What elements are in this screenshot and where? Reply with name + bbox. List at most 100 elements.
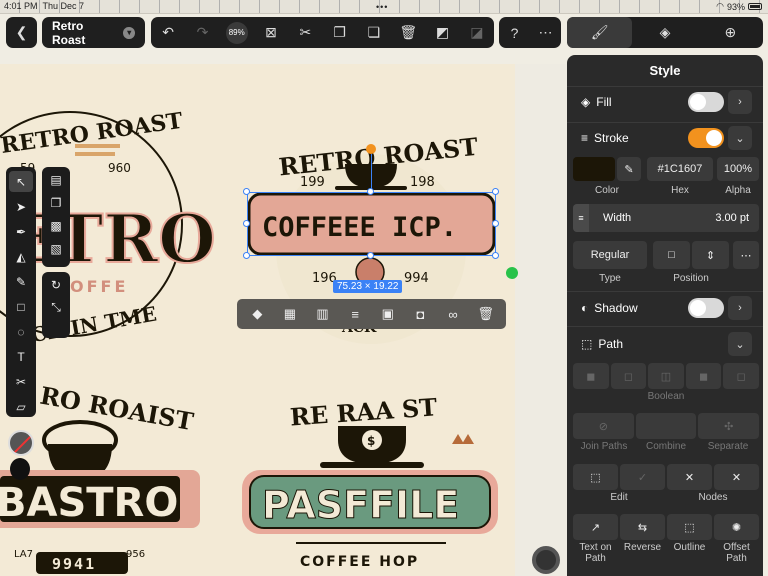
reverse-icon[interactable]: ⇆ — [620, 514, 665, 540]
handle-top-left[interactable] — [243, 188, 250, 195]
group-icon[interactable]: ▩ — [44, 215, 68, 236]
color-caption: Color — [595, 185, 619, 196]
align-icon[interactable]: ▥ — [310, 302, 336, 326]
boolean-union-icon[interactable]: ◼ — [573, 363, 609, 389]
eyedropper-icon[interactable]: ✎ — [617, 157, 641, 181]
join-paths-icon[interactable]: ⊘ — [573, 413, 634, 439]
rotation-handle[interactable] — [366, 144, 376, 154]
combine-icon[interactable] — [635, 413, 697, 439]
scissors-tool-icon[interactable]: ✂ — [9, 371, 33, 392]
separate-icon[interactable]: ✣ — [698, 413, 760, 439]
stroke-more-icon[interactable]: ⋯ — [733, 241, 759, 269]
position-square-icon[interactable]: □ — [653, 241, 690, 269]
text-on-path-icon[interactable]: ↗ — [573, 514, 618, 540]
tab-layers-icon[interactable]: ◈ — [632, 17, 697, 48]
handle-bottom-center[interactable] — [367, 252, 374, 259]
path-row: ⬚ Path ⌄ — [567, 331, 763, 357]
node-tool-icon[interactable]: ◭ — [9, 246, 33, 267]
selection-box[interactable] — [247, 192, 496, 256]
stroke-width-slider[interactable]: ≡ Width 3.00 pt — [573, 204, 759, 232]
zoom-button[interactable]: 89% — [221, 17, 252, 48]
cut-icon[interactable]: ✂ — [290, 17, 321, 48]
redo-icon[interactable]: ↷ — [187, 17, 218, 48]
stroke-alpha-field[interactable]: 100% — [717, 157, 759, 181]
more-icon[interactable]: ⋯ — [530, 17, 561, 48]
stroke-chevron-down-icon[interactable]: ⌄ — [728, 126, 752, 150]
position-stepper-icon[interactable]: ⇕ — [692, 241, 729, 269]
layers-icon[interactable]: ◆ — [244, 302, 270, 326]
chevron-down-icon: ▾ — [123, 26, 135, 39]
select-tool-icon[interactable]: ↖ — [9, 171, 33, 192]
offset-path-icon[interactable]: ✺ — [714, 514, 759, 540]
handle-middle-left[interactable] — [243, 220, 250, 227]
delete-icon[interactable]: 🗑 — [393, 17, 424, 48]
tab-add-icon[interactable]: ⊕ — [698, 17, 763, 48]
clipboard-icon[interactable]: ▤ — [44, 169, 68, 190]
lasso-tool-icon[interactable]: ◌ — [9, 321, 33, 342]
duplicate-icon[interactable]: ❐ — [44, 192, 68, 213]
link-icon[interactable]: ∞ — [440, 302, 466, 326]
back-chevron-icon[interactable]: ❮ — [6, 17, 37, 48]
width-label: Width — [603, 212, 632, 224]
paste-in-place-icon[interactable]: ◪ — [461, 17, 492, 48]
handle-bottom-left[interactable] — [243, 252, 250, 259]
nodes-add-icon[interactable]: ✕ — [667, 464, 712, 490]
distribute-icon[interactable]: ≡ — [342, 302, 368, 326]
fill-toggle[interactable] — [688, 92, 724, 112]
slider-grip-icon[interactable]: ≡ — [573, 204, 589, 232]
eraser-tool-icon[interactable]: ▱ — [9, 396, 33, 417]
fill-chevron-right-icon[interactable]: › — [728, 90, 752, 114]
arrange-icon[interactable]: ▧ — [44, 238, 68, 259]
pen-tool-icon[interactable]: ✒ — [9, 221, 33, 242]
paste-style-icon[interactable]: ◩ — [427, 17, 458, 48]
paste-icon[interactable]: ❏ — [358, 17, 389, 48]
trash-icon[interactable]: 🗑 — [473, 302, 499, 326]
join-captions: Join Paths Combine Separate — [573, 441, 759, 452]
boolean-exclude-icon[interactable]: ◼ — [685, 363, 722, 389]
handle-bottom-right[interactable] — [492, 252, 499, 259]
document-menu[interactable]: Retro Roast ▾ — [42, 17, 145, 48]
stroke-hex-field[interactable]: #1C1607 — [647, 157, 713, 181]
boolean-subtract-icon[interactable]: ◻ — [610, 363, 647, 389]
frame-icon[interactable]: ▣ — [375, 302, 401, 326]
deselect-icon[interactable]: ⊠ — [256, 17, 287, 48]
rectangle-tool-icon[interactable]: □ — [9, 296, 33, 317]
text-tool-icon[interactable]: T — [9, 346, 33, 367]
handle-top-center[interactable] — [367, 188, 374, 195]
brush-tool-icon[interactable]: ✎ — [9, 271, 33, 292]
hex-caption: Hex — [671, 185, 689, 196]
boolean-intersect-icon[interactable]: ◫ — [648, 363, 684, 389]
boolean-divide-icon[interactable]: ◻ — [723, 363, 759, 389]
mask-icon[interactable]: ◘ — [407, 302, 433, 326]
multitask-dots[interactable]: ••• — [376, 2, 388, 12]
nodes-remove-icon[interactable]: ✕ — [714, 464, 759, 490]
edit-check-icon[interactable]: ✓ — [620, 464, 665, 490]
checker-pattern-icon[interactable]: ▦ — [277, 302, 303, 326]
undo-icon[interactable]: ↶ — [153, 17, 184, 48]
path-chevron-down-icon[interactable]: ⌄ — [728, 332, 752, 356]
direct-select-tool-icon[interactable]: ➤ — [9, 196, 33, 217]
status-right: ◠ 93% — [716, 1, 762, 12]
panel-title: Style — [567, 55, 763, 87]
copy-icon[interactable]: ❐ — [324, 17, 355, 48]
stroke-type-select[interactable]: Regular — [573, 241, 647, 269]
shadow-toggle[interactable] — [688, 298, 724, 318]
rotate-icon[interactable]: ↻ — [44, 274, 68, 295]
shadow-chevron-right-icon[interactable]: › — [728, 296, 752, 320]
tab-style-brush-icon[interactable]: 🖌 — [567, 17, 633, 48]
handle-top-right[interactable] — [492, 188, 499, 195]
help-icon[interactable]: ? — [499, 17, 530, 48]
scale-icon[interactable]: ⤡ — [44, 297, 68, 318]
logo-pasffile[interactable]: RE RAA ST $ PASFFILE COFFEE HOP — [242, 392, 498, 570]
floating-action-button[interactable] — [532, 546, 560, 574]
outline-icon[interactable]: ⬚ — [667, 514, 712, 540]
edit-caption: Edit — [610, 492, 628, 503]
boolean-buttons: ◼ ◻ ◫ ◼ ◻ — [573, 363, 759, 389]
anchor-point-indicator[interactable] — [506, 267, 518, 279]
handle-middle-right[interactable] — [492, 220, 499, 227]
stroke-swatch-none-icon[interactable] — [8, 430, 34, 456]
edit-path-icon[interactable]: ⬚ — [573, 464, 618, 490]
fill-swatch[interactable] — [10, 458, 30, 480]
stroke-toggle[interactable] — [688, 128, 724, 148]
stroke-color-well[interactable] — [573, 157, 615, 181]
